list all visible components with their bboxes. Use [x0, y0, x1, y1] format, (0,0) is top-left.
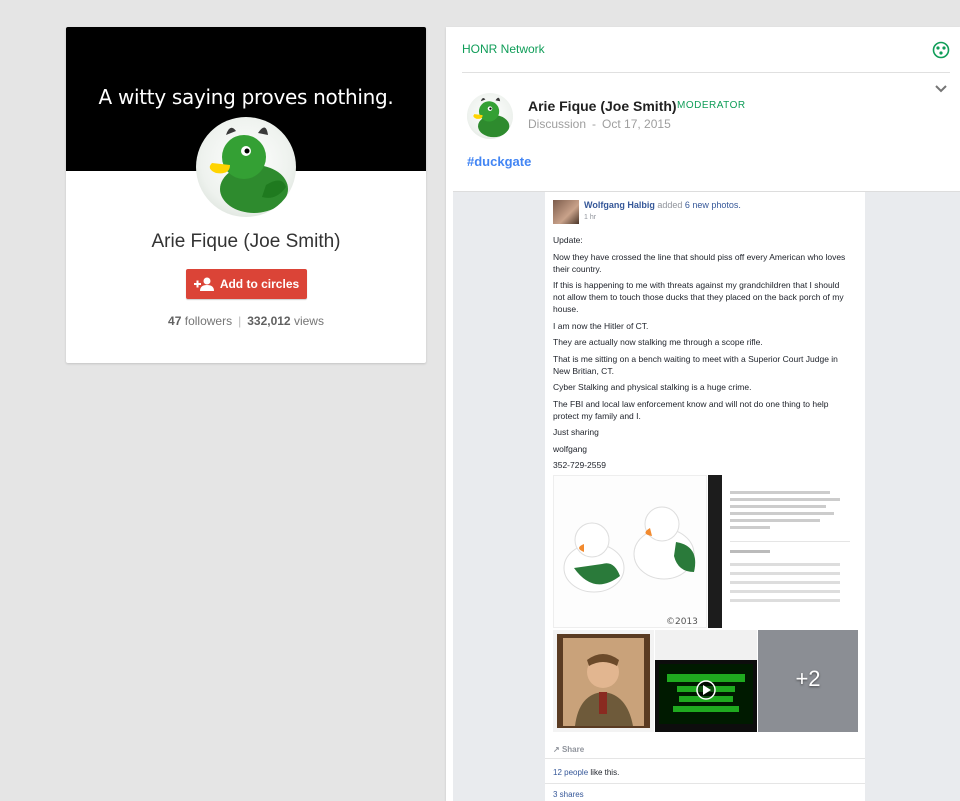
screenshot-photo [708, 475, 858, 628]
poster-avatar [553, 200, 579, 224]
fb-likes-link: 12 people [553, 768, 589, 777]
fb-paragraph: That is me sitting on a bench waiting to… [553, 353, 838, 376]
views-count: 332,012 [247, 314, 291, 328]
person-add-icon [193, 277, 214, 291]
portrait-photo [553, 630, 654, 732]
fb-paragraph: The FBI and local law enforcement know a… [553, 398, 829, 421]
fb-photo-link: 6 new photos. [684, 200, 741, 210]
fb-post-header: Wolfgang Halbig added 6 new photos. [584, 200, 741, 210]
hashtag-link[interactable]: #duckgate [467, 154, 531, 169]
community-icon[interactable] [932, 41, 950, 59]
community-link[interactable]: HONR Network [462, 42, 545, 56]
facebook-post-screenshot: Wolfgang Halbig added 6 new photos. 1 hr… [545, 192, 865, 801]
add-to-circles-button[interactable]: Add to circles [186, 269, 307, 299]
fb-paragraph: If this is happening to me with threats … [553, 280, 844, 314]
add-to-circles-label: Add to circles [219, 277, 300, 291]
post-date[interactable]: Oct 17, 2015 [602, 117, 671, 131]
fb-likes-line: 12 people like this. [553, 768, 619, 777]
fb-share-label: Share [561, 745, 585, 754]
fb-paragraph: I am now the Hitler of CT. [553, 320, 649, 331]
fb-photo-grid: ©2013 +2 [553, 475, 858, 732]
fb-shares-count: 3 shares [553, 790, 584, 799]
rubber-ducks-photo: ©2013 [553, 475, 707, 628]
stats-separator: | [238, 314, 242, 328]
fb-share-action: ↗ Share [553, 745, 585, 754]
mini-text-block [730, 491, 850, 608]
fb-likes-suffix: like this. [590, 768, 620, 777]
post-category[interactable]: Discussion [528, 117, 586, 131]
duck-avatar-image [473, 97, 510, 138]
profile-stats: 47 followers | 332,012 views [66, 314, 426, 328]
embedded-image[interactable]: Wolfgang Halbig added 6 new photos. 1 hr… [453, 191, 960, 801]
meta-separator: - [592, 117, 597, 131]
fb-paragraph: Just sharing [553, 427, 599, 437]
fb-paragraph: Cyber Stalking and physical stalking is … [553, 382, 752, 392]
fb-paragraph: wolfgang [553, 443, 588, 454]
fb-post-time: 1 hr [584, 214, 597, 221]
post-author[interactable]: Arie Fique (Joe Smith) [528, 98, 677, 114]
fb-divider [545, 783, 865, 784]
fb-paragraph: They are actually now stalking me throug… [553, 337, 763, 347]
more-photos-count: +2 [795, 666, 821, 691]
followers-count: 47 [168, 314, 182, 328]
views-label: views [293, 314, 324, 328]
fb-poster-name: Wolfgang Halbig [584, 200, 655, 210]
fb-post-text: Update: Now they have crossed the line t… [553, 234, 853, 476]
cover-tagline: A witty saying proves nothing. [98, 85, 394, 109]
fb-divider [545, 758, 865, 759]
moderator-badge: MODERATOR [677, 100, 746, 111]
fb-paragraph: Update: [553, 235, 583, 245]
author-avatar[interactable] [467, 93, 513, 139]
header-divider [462, 72, 950, 73]
fb-action-text: added [657, 200, 683, 210]
duck-avatar-image [209, 127, 288, 213]
video-thumbnail [655, 630, 757, 732]
profile-avatar[interactable] [196, 117, 296, 217]
followers-label: followers [184, 314, 233, 328]
chevron-down-icon[interactable] [934, 84, 948, 94]
post-card: HONR Network Arie Fique (Joe Smith) MODE… [446, 27, 960, 801]
profile-card: A witty saying proves nothing. Arie Fiqu… [66, 27, 426, 363]
photo-watermark: ©2013 [666, 617, 698, 627]
fb-paragraph: Now they have crossed the line that shou… [553, 251, 846, 274]
fb-paragraph: 352-729-2559 [553, 460, 606, 470]
more-photos-tile: +2 [758, 630, 858, 732]
post-meta: Discussion - Oct 17, 2015 [528, 117, 671, 131]
profile-name: Arie Fique (Joe Smith) [151, 231, 341, 252]
